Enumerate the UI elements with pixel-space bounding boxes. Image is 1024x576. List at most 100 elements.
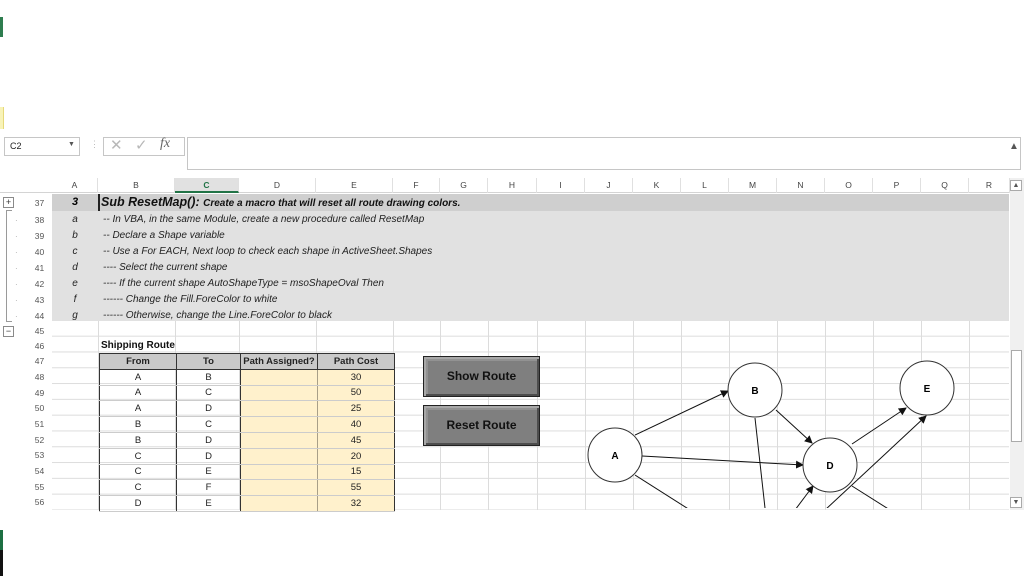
column-header-b[interactable]: B (98, 178, 175, 193)
row-header[interactable]: 54 (27, 466, 52, 476)
column-header-r[interactable]: R (969, 178, 1010, 193)
cell-path-assigned[interactable] (240, 448, 318, 465)
row-header[interactable]: 44 (27, 311, 52, 321)
cell-path-cost[interactable]: 30 (317, 369, 395, 386)
column-header-m[interactable]: M (729, 178, 777, 193)
row-header[interactable]: 56 (27, 497, 52, 507)
column-header-i[interactable]: I (537, 178, 585, 193)
row-header[interactable]: 46 (27, 341, 52, 351)
row-header[interactable]: 43 (27, 295, 52, 305)
column-header-d[interactable]: D (239, 178, 316, 193)
cell-path-assigned[interactable] (240, 495, 318, 512)
row-header[interactable]: 48 (27, 372, 52, 382)
select-all-corner[interactable] (52, 178, 98, 193)
cell-path-cost[interactable]: 55 (317, 479, 395, 497)
route-row: C E 15 (99, 464, 395, 481)
cell-path-cost[interactable]: 15 (317, 464, 395, 481)
column-header-h[interactable]: H (488, 178, 537, 193)
cell-to[interactable]: F (176, 479, 241, 497)
step-letter: a (72, 214, 78, 225)
cell-from[interactable]: C (99, 479, 177, 497)
step-text: ---- Select the current shape (103, 262, 228, 273)
row-header[interactable]: 50 (27, 403, 52, 413)
formula-input[interactable] (187, 137, 1021, 170)
instruction-title-sub: Create a macro that will reset all route… (203, 198, 461, 209)
collapse-group-button[interactable]: − (3, 326, 14, 337)
row-header[interactable]: 52 (27, 435, 52, 445)
cell-from[interactable]: B (99, 416, 177, 433)
cell-to[interactable]: D (176, 432, 241, 449)
row-header[interactable]: 47 (27, 356, 52, 366)
column-header-p[interactable]: P (873, 178, 921, 193)
scrollbar-thumb[interactable] (1011, 350, 1022, 442)
cell-from[interactable]: C (99, 448, 177, 465)
cell-path-cost[interactable]: 50 (317, 385, 395, 402)
row-header[interactable]: 55 (27, 482, 52, 492)
column-header-j[interactable]: J (585, 178, 633, 193)
outline-dot: · (15, 296, 18, 305)
cell-path-assigned[interactable] (240, 479, 318, 497)
cell-path-cost[interactable]: 20 (317, 448, 395, 465)
column-header-c[interactable]: C (175, 178, 239, 193)
cell-from[interactable]: A (99, 369, 177, 386)
column-header-n[interactable]: N (777, 178, 825, 193)
column-header-f[interactable]: F (393, 178, 440, 193)
column-header-g[interactable]: G (440, 178, 488, 193)
cell-path-assigned[interactable] (240, 369, 318, 386)
cell-path-cost[interactable]: 25 (317, 400, 395, 418)
row-header[interactable]: 53 (27, 450, 52, 460)
route-row: B C 40 (99, 416, 395, 433)
route-row: C F 55 (99, 479, 395, 497)
column-header-l[interactable]: L (681, 178, 729, 193)
cell-from[interactable]: C (99, 464, 177, 481)
row-header[interactable]: 42 (27, 279, 52, 289)
route-row: B D 45 (99, 432, 395, 449)
show-route-button[interactable]: Show Route (423, 356, 540, 397)
cell-path-assigned[interactable] (240, 416, 318, 433)
expand-group-button[interactable]: + (3, 197, 14, 208)
cell-to[interactable]: D (176, 448, 241, 465)
cell-from[interactable]: A (99, 400, 177, 418)
instruction-number: 3 (71, 196, 79, 208)
cell-path-assigned[interactable] (240, 432, 318, 449)
insert-function-icon[interactable]: fx (160, 136, 170, 152)
cell-to[interactable]: E (176, 495, 241, 512)
row-header[interactable]: 37 (27, 198, 52, 208)
column-header-e[interactable]: E (316, 178, 393, 193)
enter-icon[interactable]: ✓ (135, 137, 148, 155)
reset-route-button[interactable]: Reset Route (423, 405, 540, 446)
cell-path-cost[interactable]: 45 (317, 432, 395, 449)
cancel-icon[interactable]: ✕ (110, 137, 123, 155)
notification-strip (0, 107, 4, 129)
cell-path-assigned[interactable] (240, 464, 318, 481)
name-box-dropdown-icon[interactable]: ▼ (68, 141, 75, 148)
column-header-o[interactable]: O (825, 178, 873, 193)
cell-to[interactable]: B (176, 369, 241, 386)
row-header[interactable]: 40 (27, 247, 52, 257)
cell-to[interactable]: E (176, 464, 241, 481)
vertical-scrollbar[interactable] (1010, 178, 1024, 510)
row-header[interactable]: 39 (27, 231, 52, 241)
column-header-k[interactable]: K (633, 178, 681, 193)
cell-to[interactable]: D (176, 400, 241, 418)
cell-path-cost[interactable]: 32 (317, 495, 395, 512)
cell-from[interactable]: B (99, 432, 177, 449)
cell-to[interactable]: C (176, 416, 241, 433)
row-header[interactable]: 45 (27, 326, 52, 336)
scroll-down-icon[interactable]: ▼ (1010, 497, 1022, 508)
column-header-q[interactable]: Q (921, 178, 969, 193)
step-letter: d (72, 262, 78, 273)
scroll-up-icon[interactable]: ▲ (1010, 180, 1022, 191)
cell-from[interactable]: D (99, 495, 177, 512)
row-header[interactable]: 38 (27, 215, 52, 225)
cell-path-cost[interactable]: 40 (317, 416, 395, 433)
cell-from[interactable]: A (99, 385, 177, 402)
cell-path-assigned[interactable] (240, 385, 318, 402)
cell-path-assigned[interactable] (240, 400, 318, 418)
instruction-title: Sub ResetMap(): Create a macro that will… (101, 195, 460, 209)
cell-to[interactable]: C (176, 385, 241, 402)
row-header[interactable]: 41 (27, 263, 52, 273)
collapse-formula-bar-icon[interactable]: ▲ (1009, 141, 1019, 152)
row-header[interactable]: 51 (27, 419, 52, 429)
row-header[interactable]: 49 (27, 388, 52, 398)
